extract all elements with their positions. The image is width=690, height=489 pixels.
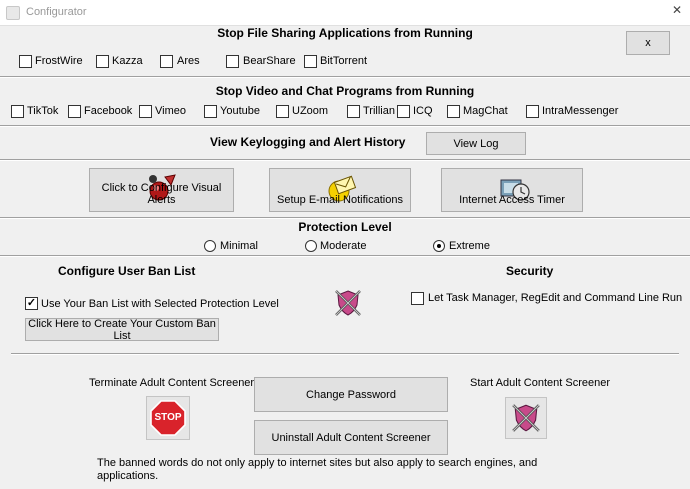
- separator: [0, 125, 690, 127]
- label-bittorrent: BitTorrent: [320, 55, 368, 67]
- label-bearshare: BearShare: [243, 55, 296, 67]
- label-intramessenger: IntraMessenger: [542, 105, 619, 117]
- close-button[interactable]: x: [626, 31, 670, 55]
- checkbox-youtube[interactable]: [204, 105, 217, 118]
- ban-list-heading: Configure User Ban List: [58, 264, 196, 278]
- separator: [11, 353, 679, 355]
- label-vimeo: Vimeo: [155, 105, 186, 117]
- create-ban-list-button[interactable]: Click Here to Create Your Custom Ban Lis…: [25, 318, 219, 342]
- checkbox-magchat[interactable]: [447, 105, 460, 118]
- label-magchat: MagChat: [463, 105, 508, 117]
- title-bar: [0, 0, 690, 26]
- checkbox-trillian[interactable]: [347, 105, 360, 118]
- label-uzoom: UZoom: [292, 105, 329, 117]
- checkbox-bittorrent[interactable]: [304, 55, 317, 68]
- label-extreme: Extreme: [449, 240, 490, 252]
- keylog-heading: View Keylogging and Alert History: [210, 135, 406, 149]
- radio-moderate[interactable]: [305, 240, 317, 252]
- label-use-ban-list: Use Your Ban List with Selected Protecti…: [41, 298, 279, 310]
- configure-visual-alerts-button[interactable]: Click to Configure Visual Alerts: [89, 168, 234, 212]
- checkbox-tiktok[interactable]: [11, 105, 24, 118]
- start-screener-button[interactable]: [505, 397, 547, 439]
- label-facebook: Facebook: [84, 105, 133, 117]
- separator: [0, 159, 690, 161]
- checkbox-ares[interactable]: [160, 55, 173, 68]
- checkbox-kazza[interactable]: [96, 55, 109, 68]
- label-security-allow: Let Task Manager, RegEdit and Command Li…: [428, 292, 683, 304]
- label-youtube: Youtube: [220, 105, 260, 117]
- label-moderate: Moderate: [320, 240, 367, 252]
- change-password-button[interactable]: Change Password: [254, 377, 448, 412]
- app-icon: [6, 6, 20, 20]
- separator: [0, 217, 690, 219]
- shield-swords-icon: [335, 290, 361, 316]
- window-close-icon[interactable]: ✕: [672, 3, 682, 17]
- checkbox-vimeo[interactable]: [139, 105, 152, 118]
- checkbox-security-allow[interactable]: [411, 292, 424, 305]
- protection-level-heading: Protection Level: [298, 220, 392, 234]
- stop-screener-button[interactable]: STOP: [146, 396, 190, 440]
- label-frostwire: FrostWire: [35, 55, 83, 67]
- radio-extreme[interactable]: [433, 240, 445, 252]
- checkbox-intramessenger[interactable]: [526, 105, 539, 118]
- checkbox-frostwire[interactable]: [19, 55, 32, 68]
- separator: [0, 255, 690, 257]
- label-tiktok: TikTok: [27, 105, 59, 117]
- email-notifications-button[interactable]: Setup E-mail Notifications: [269, 168, 411, 212]
- configure-visual-alerts-label: Click to Configure Visual Alerts: [101, 182, 222, 206]
- radio-minimal[interactable]: [204, 240, 216, 252]
- checkbox-uzoom[interactable]: [276, 105, 289, 118]
- start-shield-icon: [512, 404, 540, 432]
- label-kazza: Kazza: [112, 55, 143, 67]
- internet-access-timer-button[interactable]: Internet Access Timer: [441, 168, 583, 212]
- label-minimal: Minimal: [220, 240, 258, 252]
- checkbox-bearshare[interactable]: [226, 55, 239, 68]
- security-heading: Security: [506, 264, 554, 278]
- label-icq: ICQ: [413, 105, 433, 117]
- checkbox-use-ban-list[interactable]: ✓: [25, 297, 38, 310]
- checkbox-facebook[interactable]: [68, 105, 81, 118]
- separator: [0, 76, 690, 78]
- terminate-label: Terminate Adult Content Screener: [89, 377, 255, 389]
- email-notifications-label: Setup E-mail Notifications: [277, 194, 403, 206]
- view-log-button[interactable]: View Log: [426, 132, 526, 155]
- uninstall-button[interactable]: Uninstall Adult Content Screener: [254, 420, 448, 455]
- stop-sign-label: STOP: [154, 412, 182, 423]
- checkbox-icq[interactable]: [397, 105, 410, 118]
- file-sharing-heading: Stop File Sharing Applications from Runn…: [217, 26, 473, 40]
- ban-words-note: The banned words do not only apply to in…: [97, 457, 538, 482]
- internet-access-timer-label: Internet Access Timer: [459, 194, 565, 206]
- label-ares: Ares: [177, 55, 200, 67]
- start-label: Start Adult Content Screener: [470, 377, 611, 389]
- video-chat-heading: Stop Video and Chat Programs from Runnin…: [215, 84, 475, 98]
- label-trillian: Trillian: [363, 105, 395, 117]
- window-title: Configurator: [26, 6, 87, 18]
